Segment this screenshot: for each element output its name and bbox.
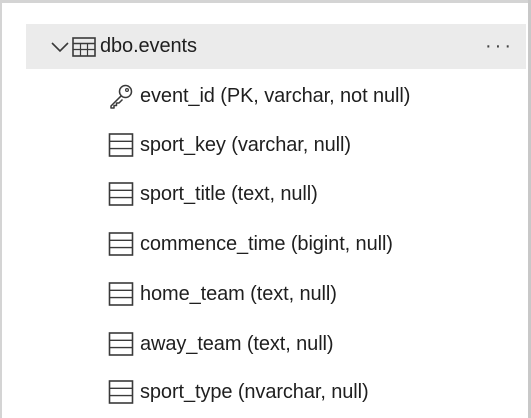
column-icon (108, 182, 134, 206)
tree-node-column-sport-type[interactable]: sport_type (nvarchar, null) (108, 368, 531, 416)
tree-node-column-sport-key[interactable]: sport_key (varchar, null) (108, 121, 531, 169)
object-explorer-panel: dbo.events ··· event_id (PK, varchar, no… (0, 0, 531, 418)
tree-node-column-away-team[interactable]: away_team (text, null) (108, 320, 531, 368)
table-icon (72, 36, 96, 57)
column-icon (108, 282, 134, 306)
column-icon (108, 133, 134, 157)
tree-node-column-sport-title[interactable]: sport_title (text, null) (108, 170, 531, 218)
more-options-button[interactable]: ··· (485, 35, 514, 58)
tree-node-table-dbo-events[interactable]: dbo.events ··· (26, 24, 526, 69)
panel-top-border (0, 0, 531, 3)
column-label: away_team (text, null) (140, 332, 334, 355)
tree-node-column-home-team[interactable]: home_team (text, null) (108, 270, 531, 318)
chevron-down-icon[interactable] (48, 35, 72, 59)
column-label: sport_key (varchar, null) (140, 133, 351, 156)
tree-node-column-event-id[interactable]: event_id (PK, varchar, not null) (108, 72, 531, 120)
key-icon (110, 84, 133, 109)
column-label: commence_time (bigint, null) (140, 232, 393, 255)
column-icon (108, 380, 134, 404)
column-label: home_team (text, null) (140, 282, 337, 305)
column-label: sport_type (nvarchar, null) (140, 380, 369, 403)
panel-left-border (0, 0, 2, 418)
column-icon (108, 332, 134, 356)
tree-node-column-commence-time[interactable]: commence_time (bigint, null) (108, 220, 531, 268)
table-label: dbo.events (100, 35, 197, 57)
column-label: sport_title (text, null) (140, 182, 318, 205)
column-icon (108, 232, 134, 256)
column-label: event_id (PK, varchar, not null) (140, 84, 411, 107)
